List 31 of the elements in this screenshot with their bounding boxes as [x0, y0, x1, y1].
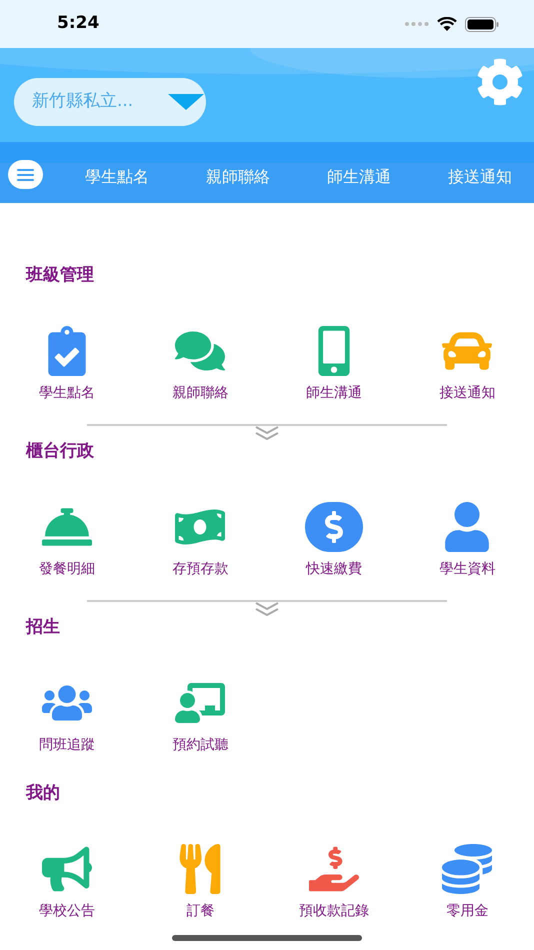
megaphone-icon [42, 844, 92, 894]
feature-tile[interactable]: 發餐明細 [0, 502, 134, 578]
wifi-icon [437, 17, 457, 31]
feature-tile[interactable]: 學生點名 [0, 326, 134, 402]
feature-tile[interactable]: 師生溝通 [267, 326, 400, 402]
section-title: 我的 [24, 782, 61, 804]
feature-tile[interactable]: 預收款記錄 [267, 844, 400, 920]
feature-tile[interactable]: 預約試聽 [134, 678, 267, 754]
menu-button[interactable] [8, 160, 43, 189]
feature-tile[interactable]: 問班追蹤 [0, 678, 134, 754]
dropdown-triangle-icon [168, 94, 204, 110]
settings-button[interactable] [476, 58, 524, 106]
feature-tile[interactable]: 學校公告 [0, 844, 134, 920]
section-title: 班級管理 [24, 264, 95, 286]
feature-tile[interactable]: 親師聯絡 [134, 326, 267, 402]
signal-icon [405, 22, 429, 26]
section-title: 招生 [24, 616, 61, 638]
menu-icon [17, 168, 34, 180]
battery-icon [465, 16, 499, 32]
section-title: 櫃台行政 [24, 440, 95, 462]
feature-tile[interactable]: 零用金 [400, 844, 534, 920]
coins-icon [442, 844, 492, 894]
hand-coin-icon [308, 844, 359, 894]
feature-tile[interactable]: 訂餐 [134, 844, 267, 920]
feature-tile[interactable]: 學生資料 [400, 502, 534, 578]
feature-tile[interactable]: 存預存款 [134, 502, 267, 578]
expand-chevron-icon[interactable] [254, 602, 280, 616]
status-time: 5:24 [57, 12, 100, 36]
feature-tile[interactable]: 接送通知 [400, 326, 534, 402]
feature-tile[interactable]: 快速繳費 [267, 502, 400, 578]
expand-chevron-icon[interactable] [254, 426, 280, 440]
